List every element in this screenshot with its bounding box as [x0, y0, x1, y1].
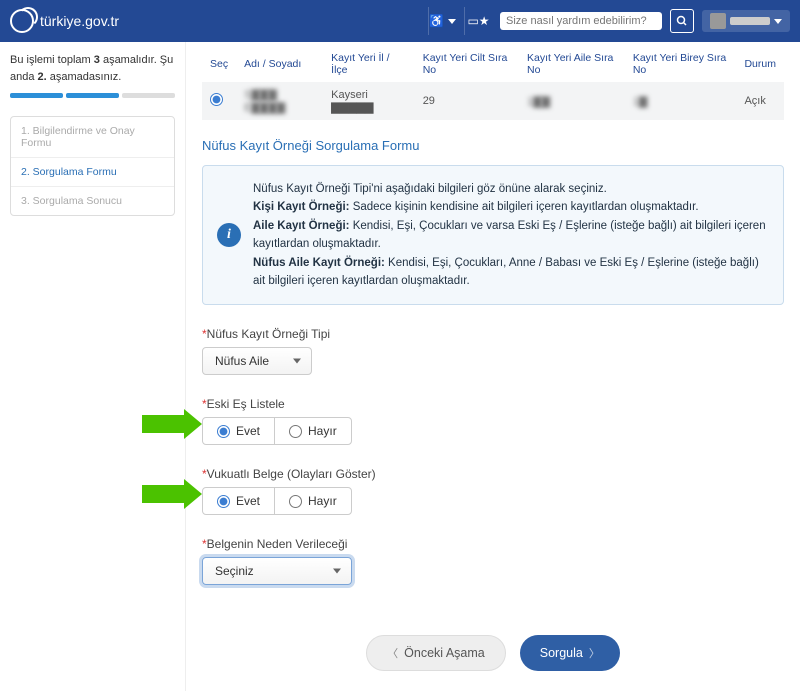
top-header: türkiye.gov.tr ♿ ▭★ — [0, 0, 800, 42]
sidebar: Bu işlemi toplam 3 aşamalıdır. Şu anda 2… — [0, 42, 185, 691]
info-kisi-text: Sadece kişinin kendisine ait bilgileri i… — [350, 201, 699, 213]
eski-es-hayir[interactable]: Hayır — [275, 418, 351, 444]
step-1[interactable]: 1. Bilgilendirme ve Onay Formu — [11, 117, 174, 158]
cell-il: Kayseri ▇▇▇▇▇ — [331, 89, 373, 114]
col-aile: Kayıt Yeri Aile Sıra No — [519, 46, 625, 82]
form-title: Nüfus Kayıt Örneği Sorgulama Formu — [202, 138, 784, 153]
submit-button[interactable]: Sorgula〉 — [520, 635, 620, 671]
chevron-down-icon — [293, 359, 301, 364]
step-list: 1. Bilgilendirme ve Onay Formu 2. Sorgul… — [10, 116, 175, 216]
tip-label: *Nüfus Kayıt Örneği Tipi — [202, 327, 784, 341]
cell-ad: S▇▇▇ E▇▇▇▇ — [236, 82, 323, 120]
info-nufus-label: Nüfus Aile Kayıt Örneği: — [253, 257, 385, 269]
annotation-arrow-2 — [142, 485, 186, 503]
eski-es-evet[interactable]: Evet — [203, 418, 275, 444]
cell-birey: 1▇ — [625, 82, 737, 120]
progress-bar — [10, 93, 175, 98]
main-content: Seç Adı / Soyadı Kayıt Yeri İl / İlçe Ka… — [185, 42, 800, 691]
chevron-left-icon: 〈 — [387, 645, 398, 661]
table-row: S▇▇▇ E▇▇▇▇ Kayseri ▇▇▇▇▇ 29 1▇▇ 1▇ Açık — [202, 82, 784, 120]
search-icon — [676, 15, 688, 27]
col-birey: Kayıt Yeri Birey Sıra No — [625, 46, 737, 82]
vukuatli-label: *Vukuatlı Belge (Olayları Göster) — [202, 467, 784, 481]
field-vukuatli: *Vukuatlı Belge (Olayları Göster) Evet H… — [202, 467, 784, 515]
field-neden: *Belgenin Neden Verileceği Seçiniz — [202, 537, 784, 585]
brand-logo[interactable]: türkiye.gov.tr — [10, 9, 119, 33]
prev-button[interactable]: 〈Önceki Aşama — [366, 635, 506, 671]
step-2[interactable]: 2. Sorgulama Formu — [11, 158, 174, 187]
vukuatli-radio-group: Evet Hayır — [202, 487, 352, 515]
form-buttons: 〈Önceki Aşama Sorgula〉 — [202, 635, 784, 671]
info-icon: i — [217, 223, 241, 247]
user-menu[interactable] — [702, 10, 790, 32]
step-3[interactable]: 3. Sorgulama Sonucu — [11, 187, 174, 215]
cell-cilt: 29 — [415, 82, 519, 120]
row-select-radio[interactable] — [210, 93, 223, 106]
search-box — [500, 12, 662, 30]
accessibility-icon[interactable]: ♿ — [428, 7, 456, 35]
col-sec: Seç — [202, 46, 236, 82]
chevron-right-icon: 〉 — [589, 645, 600, 661]
vukuatli-hayir[interactable]: Hayır — [275, 488, 351, 514]
avatar-icon — [710, 13, 726, 29]
user-name-placeholder — [730, 17, 770, 25]
tip-select-value: Nüfus Aile — [215, 354, 269, 368]
person-table: Seç Adı / Soyadı Kayıt Yeri İl / İlçe Ka… — [202, 46, 784, 120]
brand-text: türkiye.gov.tr — [40, 13, 119, 29]
info-aile-label: Aile Kayıt Örneği: — [253, 220, 350, 232]
field-eski-es: *Eski Eş Listele Evet Hayır — [202, 397, 784, 445]
chevron-down-icon — [333, 569, 341, 574]
favorites-icon[interactable]: ▭★ — [464, 7, 492, 35]
col-adi: Adı / Soyadı — [236, 46, 323, 82]
tip-select[interactable]: Nüfus Aile — [202, 347, 312, 375]
col-durum: Durum — [736, 46, 784, 82]
col-cilt: Kayıt Yeri Cilt Sıra No — [415, 46, 519, 82]
chevron-down-icon — [774, 19, 782, 24]
info-line-1: Nüfus Kayıt Örneği Tipi'ni aşağıdaki bil… — [253, 180, 769, 198]
info-kisi-label: Kişi Kayıt Örneği: — [253, 201, 350, 213]
info-box: i Nüfus Kayıt Örneği Tipi'ni aşağıdaki b… — [202, 165, 784, 305]
annotation-arrow-1 — [142, 415, 186, 433]
field-tip: *Nüfus Kayıt Örneği Tipi Nüfus Aile — [202, 327, 784, 375]
neden-select[interactable]: Seçiniz — [202, 557, 352, 585]
logo-icon — [10, 9, 34, 33]
col-il: Kayıt Yeri İl / İlçe — [323, 46, 415, 82]
search-input[interactable] — [506, 15, 656, 27]
vukuatli-evet[interactable]: Evet — [203, 488, 275, 514]
search-button[interactable] — [670, 9, 694, 33]
neden-select-value: Seçiniz — [215, 564, 254, 578]
process-status-text: Bu işlemi toplam 3 aşamalıdır. Şu anda 2… — [10, 52, 175, 85]
neden-label: *Belgenin Neden Verileceği — [202, 537, 784, 551]
cell-durum: Açık — [736, 82, 784, 120]
cell-aile: 1▇▇ — [519, 82, 625, 120]
eski-es-label: *Eski Eş Listele — [202, 397, 784, 411]
eski-es-radio-group: Evet Hayır — [202, 417, 352, 445]
